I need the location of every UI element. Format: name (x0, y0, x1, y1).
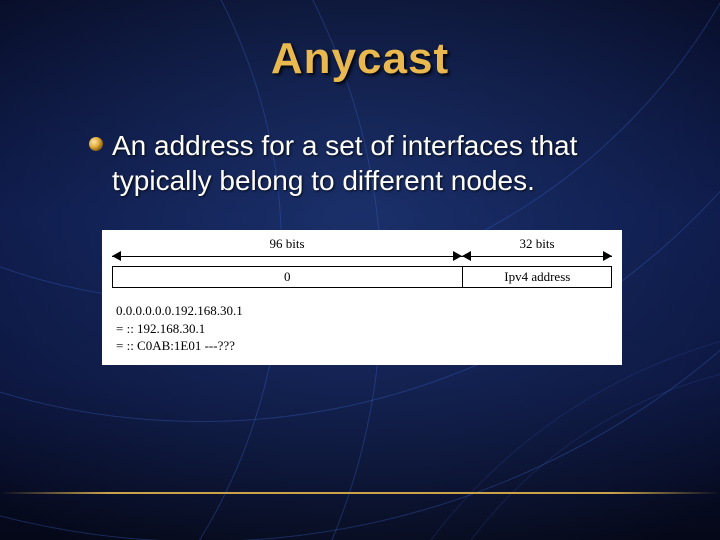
bits-segment-right: 32 bits (462, 238, 612, 264)
slide-title: Anycast (0, 34, 720, 84)
bits-left-label: 96 bits (112, 236, 462, 252)
example-address-lines: 0.0.0.0.0.0.192.168.30.1 = :: 192.168.30… (112, 302, 612, 355)
bits-right-label: 32 bits (462, 236, 612, 252)
bullet-text: An address for a set of interfaces that … (112, 128, 660, 198)
slide: Anycast An address for a set of interfac… (0, 0, 720, 540)
fields-row: 0 Ipv4 address (112, 266, 612, 288)
bits-width-row: 96 bits 32 bits (112, 238, 612, 264)
field-zero: 0 (113, 267, 463, 287)
bullet-item: An address for a set of interfaces that … (88, 128, 660, 198)
bullet-icon (88, 136, 104, 157)
decorative-arc (380, 360, 720, 540)
footer-divider (0, 492, 720, 494)
bits-segment-left: 96 bits (112, 238, 462, 264)
address-format-diagram: 96 bits 32 bits 0 Ipv4 address 0.0.0.0.0… (102, 230, 622, 365)
field-ipv4: Ipv4 address (463, 267, 612, 287)
